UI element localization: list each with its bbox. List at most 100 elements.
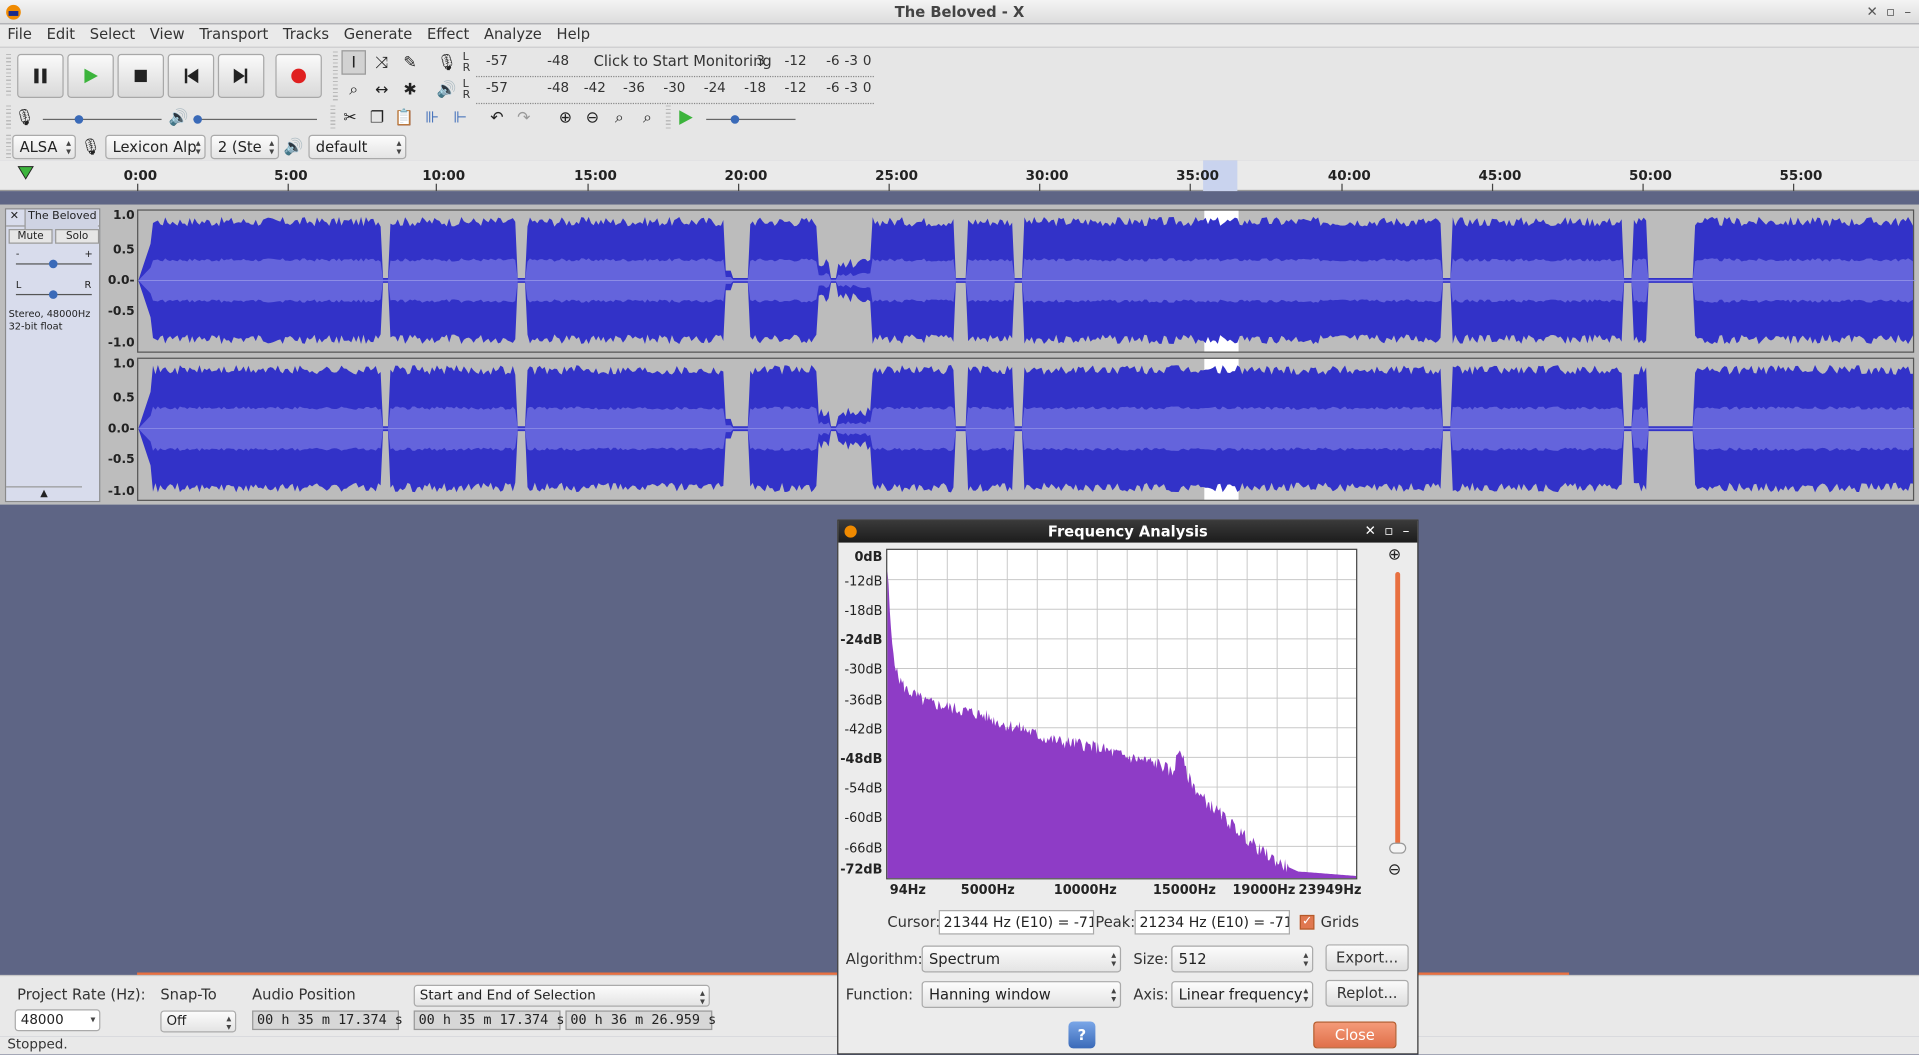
click-to-start-monitoring[interactable]: Click to Start Monitoring xyxy=(594,53,772,70)
waveform-channel-right[interactable] xyxy=(137,357,1916,501)
replot-button[interactable]: Replot... xyxy=(1325,979,1409,1007)
play-at-speed-button[interactable] xyxy=(673,105,697,129)
cut-button[interactable]: ✂ xyxy=(338,105,362,129)
maximize-window-icon[interactable]: ▫ xyxy=(1886,4,1895,20)
menu-select[interactable]: Select xyxy=(82,24,142,46)
gain-slider[interactable] xyxy=(15,259,92,269)
output-volume-thumb[interactable] xyxy=(193,115,202,124)
menu-edit[interactable]: Edit xyxy=(39,24,82,46)
zoom-in-icon[interactable]: ⊕ xyxy=(1388,546,1401,564)
menu-transport[interactable]: Transport xyxy=(192,24,276,46)
fit-selection-button[interactable]: ⌕ xyxy=(607,105,631,129)
redo-button[interactable]: ↷ xyxy=(512,105,536,129)
algorithm-select[interactable]: Spectrum ▴ ▾ xyxy=(921,945,1122,973)
solo-button[interactable]: Solo xyxy=(55,229,100,244)
selection-tool-button[interactable]: I xyxy=(341,50,366,75)
menu-effect[interactable]: Effect xyxy=(420,24,477,46)
selection-end-time[interactable]: 00 h 36 m 26.959 s xyxy=(565,1010,716,1031)
recording-channels-select[interactable]: 2 (Ste ▴ ▾ xyxy=(210,134,280,160)
playback-speed-slider[interactable] xyxy=(706,115,796,124)
toolbar-grip[interactable] xyxy=(6,53,12,98)
stop-button[interactable] xyxy=(117,53,165,98)
pan-left-label: L xyxy=(15,279,22,291)
dialog-maximize-icon[interactable]: ▫ xyxy=(1384,523,1393,539)
dialog-close-icon[interactable]: ✕ xyxy=(1365,523,1376,539)
close-button[interactable]: Close xyxy=(1313,1021,1397,1049)
menu-help[interactable]: Help xyxy=(549,24,597,46)
close-window-icon[interactable]: ✕ xyxy=(1866,4,1877,20)
menu-file[interactable]: File xyxy=(0,24,39,46)
size-select[interactable]: 512 ▴ ▾ xyxy=(1171,945,1314,973)
silence-button[interactable]: ⊩ xyxy=(448,105,472,129)
multi-tool-button[interactable]: ✱ xyxy=(398,77,422,101)
track-close-icon[interactable]: ✕ xyxy=(10,209,19,225)
mixer-grip[interactable] xyxy=(6,105,12,130)
playback-speed-thumb[interactable] xyxy=(730,115,740,124)
record-meter[interactable]: -57 -48 Click to Start Monitoring 3 -12 … xyxy=(476,53,874,78)
trim-button[interactable]: ⊪ xyxy=(420,105,444,129)
function-select[interactable]: Hanning window ▴ ▾ xyxy=(921,981,1122,1009)
grids-checkbox[interactable]: ✓ xyxy=(1299,914,1315,930)
zoom-out-icon[interactable]: ⊖ xyxy=(1388,861,1401,879)
paste-button[interactable]: 📋 xyxy=(392,105,416,129)
audio-position-time[interactable]: 00 h 35 m 17.374 s xyxy=(252,1010,403,1031)
double-arrow-icon: ↔ xyxy=(375,80,389,99)
tools-grip[interactable] xyxy=(332,51,338,101)
collapse-track-button[interactable]: ▲ xyxy=(6,486,83,502)
timeshift-tool-button[interactable]: ↔ xyxy=(370,77,394,101)
selection-mode-select[interactable]: Start and End of Selection ▴ ▾ xyxy=(413,984,710,1007)
pause-button[interactable] xyxy=(17,53,64,98)
play-head-triangle-icon[interactable] xyxy=(17,165,34,180)
menu-tracks[interactable]: Tracks xyxy=(276,24,337,46)
help-button[interactable]: ? xyxy=(1068,1021,1096,1049)
mute-button[interactable]: Mute xyxy=(8,229,53,244)
project-rate-select[interactable]: 48000 ▾ xyxy=(14,1009,101,1032)
gain-thumb[interactable] xyxy=(48,259,58,269)
export-button[interactable]: Export... xyxy=(1325,944,1409,972)
undo-icon: ↶ xyxy=(490,108,504,127)
input-volume-slider[interactable] xyxy=(42,115,162,124)
skip-to-start-button[interactable] xyxy=(167,53,215,98)
undo-button[interactable]: ↶ xyxy=(485,105,509,129)
play-button[interactable] xyxy=(67,53,114,98)
spectrum-plot[interactable] xyxy=(886,548,1358,880)
playback-meter[interactable]: -57 -48 -42 -36 -30 -24 -18 -12 -6 -3 0 xyxy=(476,80,874,105)
ruler-tick-mark xyxy=(888,183,890,192)
pan-thumb[interactable] xyxy=(48,290,58,299)
edit-grip[interactable] xyxy=(330,105,336,130)
minimize-window-icon[interactable]: – xyxy=(1904,4,1911,20)
draw-tool-button[interactable]: ✎ xyxy=(398,50,422,74)
playback-device-select[interactable]: default ▴ ▾ xyxy=(308,134,407,160)
output-volume-slider[interactable] xyxy=(193,115,317,124)
copy-button[interactable]: ❐ xyxy=(365,105,389,129)
play-at-speed-grip[interactable] xyxy=(665,105,671,130)
device-grip[interactable] xyxy=(6,134,12,160)
cursor-label: Cursor: xyxy=(887,913,941,931)
audio-host-select[interactable]: ALSA ▴ ▾ xyxy=(12,134,76,160)
ruler-tick-label: 30:00 xyxy=(1025,167,1069,184)
selection-start-time[interactable]: 00 h 35 m 17.374 s xyxy=(413,1010,564,1031)
project-rate-label: Project Rate (Hz): xyxy=(17,985,146,1004)
playback-meter-speaker-icon[interactable]: 🔊 xyxy=(434,77,458,101)
zoom-out-button[interactable]: ⊖ xyxy=(580,105,604,129)
waveform-channel-left[interactable] xyxy=(137,209,1916,353)
menu-generate[interactable]: Generate xyxy=(336,24,419,46)
record-button[interactable] xyxy=(275,53,322,98)
vertical-zoom-thumb[interactable] xyxy=(1389,842,1407,854)
ruler-tick-label: 40:00 xyxy=(1327,167,1371,184)
menu-view[interactable]: View xyxy=(142,24,192,46)
dialog-minimize-icon[interactable]: – xyxy=(1403,523,1410,539)
record-meter-mic-icon[interactable]: 🎙 xyxy=(434,50,458,74)
envelope-tool-button[interactable]: ⤨ xyxy=(370,50,394,74)
skip-to-end-button[interactable] xyxy=(217,53,265,98)
axis-select[interactable]: Linear frequency ▴ ▾ xyxy=(1171,981,1314,1009)
snap-to-select[interactable]: Off ▴ ▾ xyxy=(160,1010,237,1033)
zoom-in-button[interactable]: ⊕ xyxy=(553,105,577,129)
fit-project-button[interactable]: ⌕ xyxy=(635,105,659,129)
menu-analyze[interactable]: Analyze xyxy=(477,24,550,46)
vertical-zoom-slider[interactable] xyxy=(1395,571,1401,847)
input-volume-thumb[interactable] xyxy=(74,115,84,124)
pan-slider[interactable] xyxy=(15,290,92,299)
recording-device-select[interactable]: Lexicon Alp ▴ ▾ xyxy=(105,134,206,160)
zoom-tool-button[interactable]: ⌕ xyxy=(341,77,365,101)
